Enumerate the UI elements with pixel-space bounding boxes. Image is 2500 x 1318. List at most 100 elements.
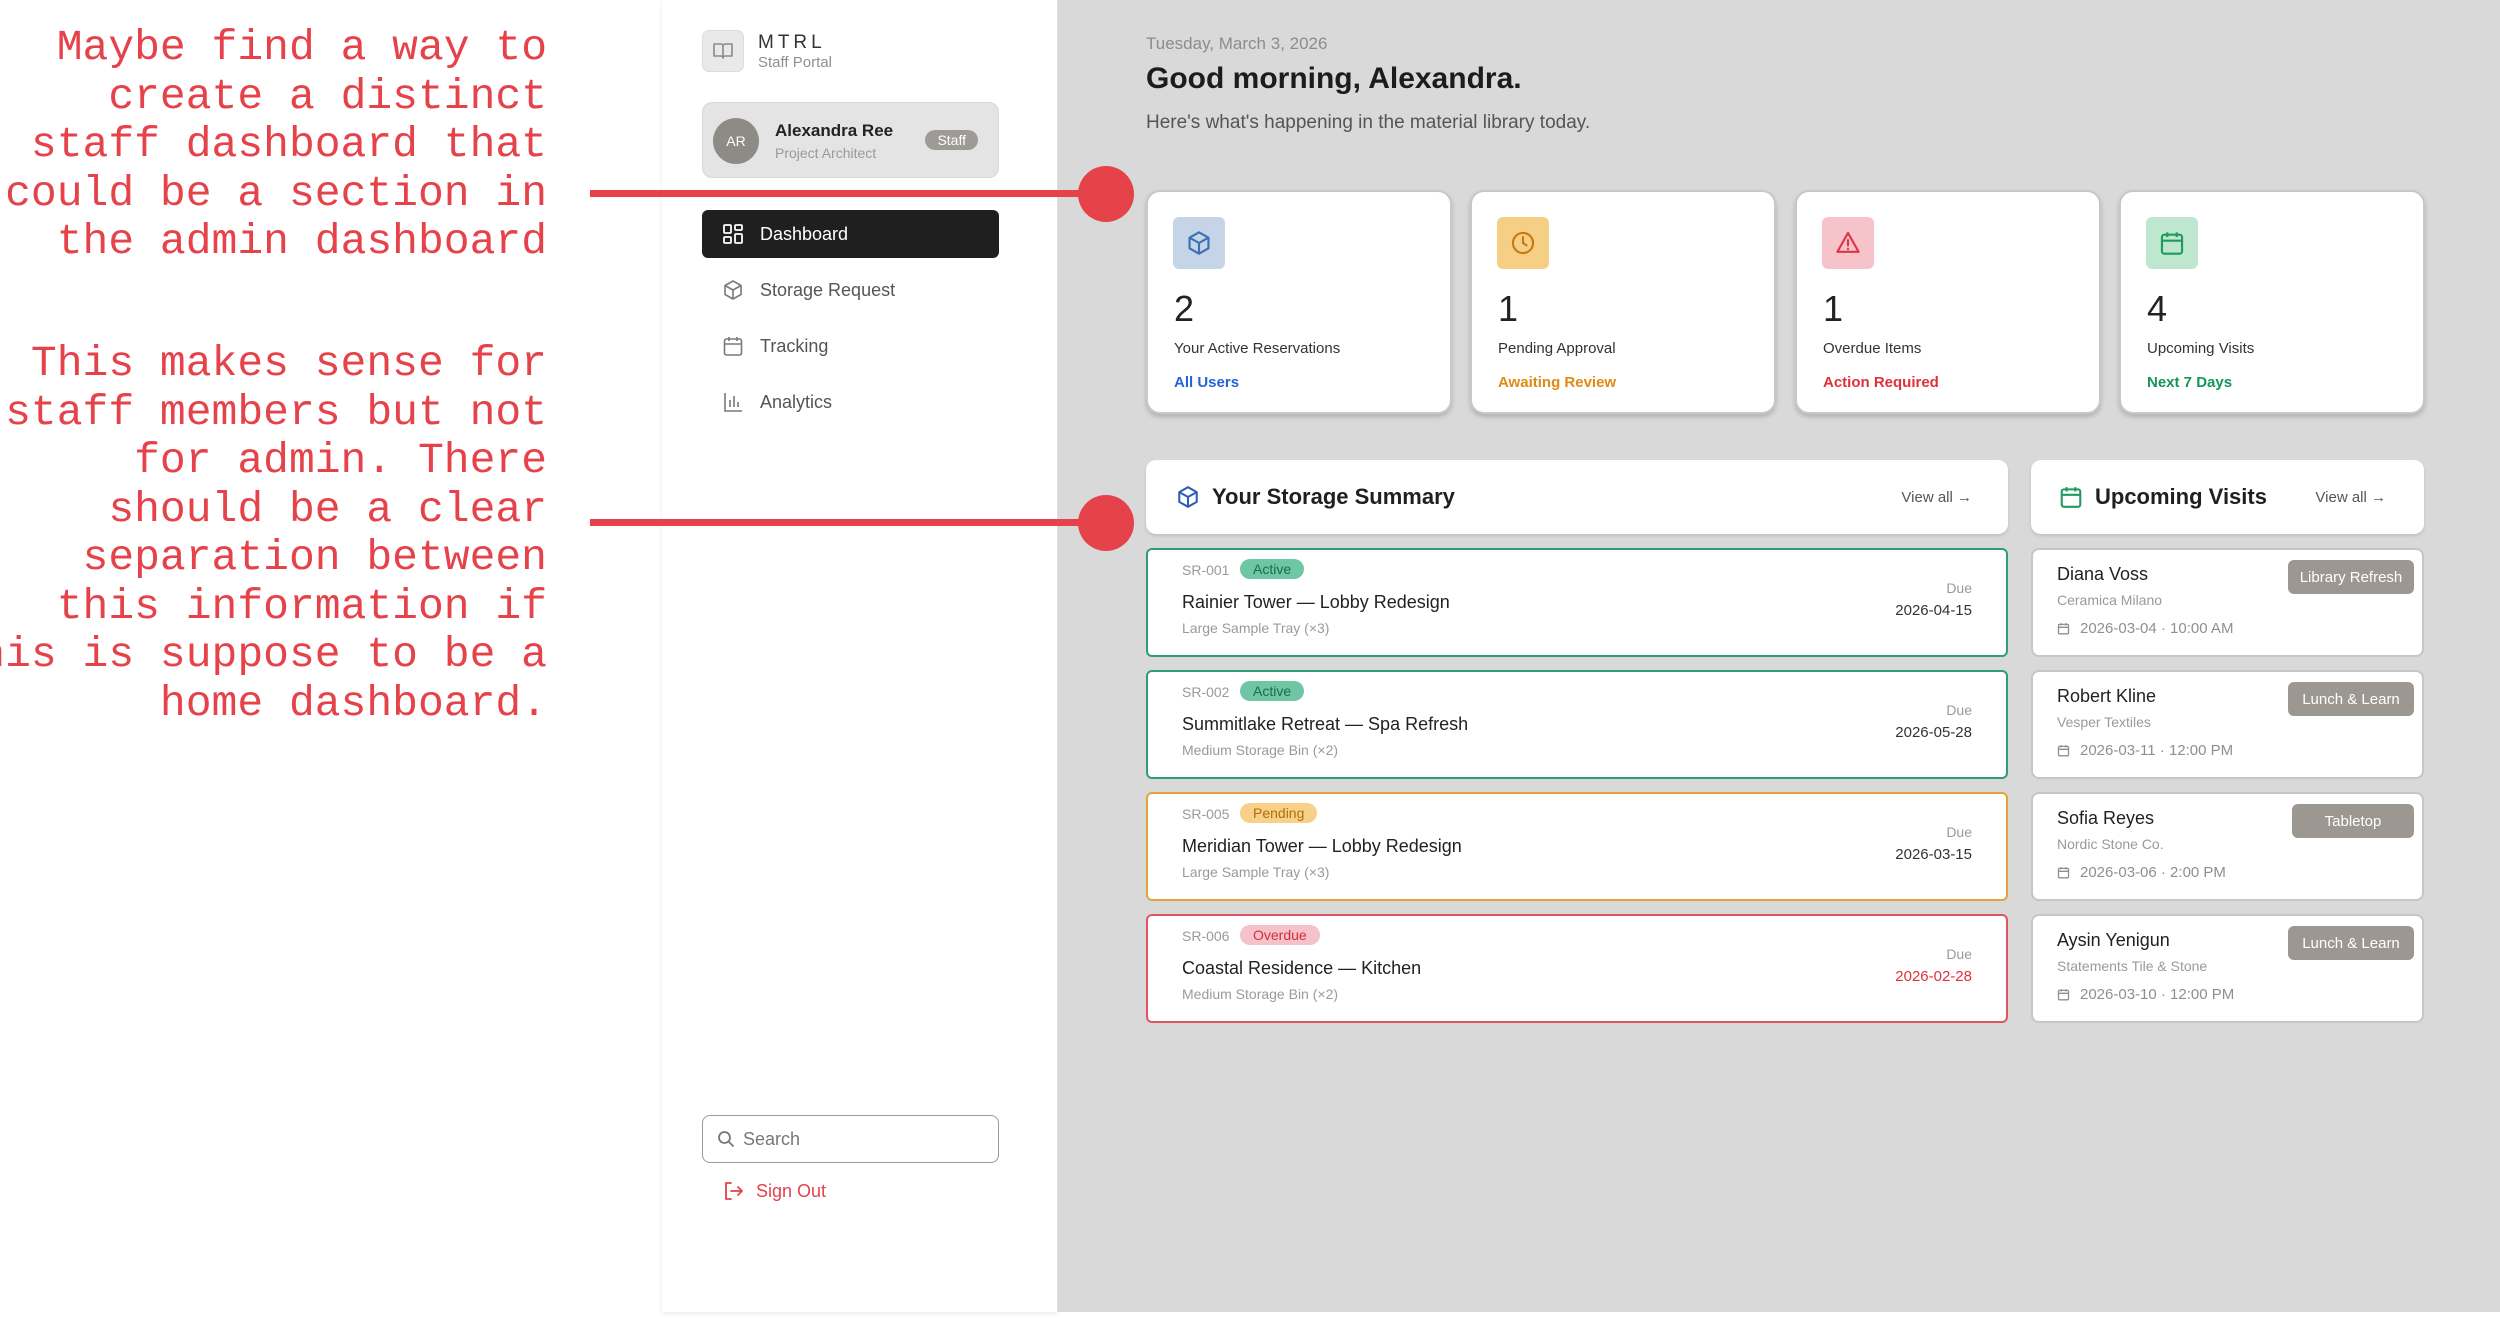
visit-datetime-text: 2026-03-04 · 10:00 AM — [2080, 620, 2234, 637]
user-card[interactable]: AR Alexandra Ree Project Architect Staff — [702, 102, 999, 178]
stat-card-active-reservations[interactable]: 2 Your Active Reservations All Users — [1146, 190, 1452, 414]
bar-chart-icon — [724, 393, 742, 412]
box-icon — [1173, 217, 1225, 269]
calendar-icon — [2057, 623, 2070, 635]
stat-label: Overdue Items — [1823, 340, 1922, 357]
sidebar-item-analytics[interactable]: Analytics — [702, 378, 999, 426]
visitor-company: Ceramica Milano — [2057, 592, 2163, 608]
stat-value: 1 — [1498, 288, 1519, 329]
annotation-connector-line — [590, 519, 1110, 526]
warning-icon — [1822, 217, 1874, 269]
calendar-icon — [723, 337, 743, 356]
annotation-line: This makes sense for — [30, 339, 547, 388]
upcoming-visits-header: Upcoming Visits View all → — [2031, 460, 2424, 534]
due-date: 2026-05-28 — [1895, 724, 1972, 741]
sign-out-icon — [725, 1182, 743, 1200]
annotation-line: create a distinct — [108, 71, 547, 121]
sidebar-item-label: Analytics — [760, 391, 833, 412]
sidebar-nav: Dashboard Storage Request Tracking Analy… — [702, 210, 999, 434]
stat-value: 1 — [1823, 288, 1844, 329]
visit-card[interactable]: Robert Kline Vesper Textiles 2026-03-11 … — [2031, 670, 2424, 779]
sign-out-label: Sign Out — [756, 1180, 827, 1201]
stat-label: Pending Approval — [1498, 340, 1616, 357]
calendar-icon — [2060, 487, 2082, 508]
due-date: 2026-03-15 — [1895, 846, 1972, 863]
calendar-icon — [2057, 867, 2070, 879]
stat-sub-label: Action Required — [1823, 374, 1939, 391]
visit-card[interactable]: Aysin Yenigun Statements Tile & Stone 20… — [2031, 914, 2424, 1023]
storage-summary-title: Your Storage Summary — [1212, 484, 1455, 509]
sidebar-item-tracking[interactable]: Tracking — [702, 322, 999, 370]
request-item: Medium Storage Bin (×2) — [1182, 986, 1339, 1002]
annotation-note-staff-dashboard: Maybe find a way to create a distinct st… — [5, 23, 547, 267]
page-title: Good morning, Alexandra. — [1146, 62, 1522, 95]
box-icon — [724, 280, 742, 300]
visits-view-all-link[interactable]: View all → — [2315, 489, 2386, 506]
annotation-line: separation between — [82, 533, 547, 582]
annotation-line: his is suppose to be a — [0, 630, 547, 679]
storage-view-all-link[interactable]: View all → — [1901, 489, 1972, 506]
annotation-line: home dashboard. — [159, 678, 547, 728]
request-title: Summitlake Retreat — Spa Refresh — [1182, 714, 1469, 734]
visit-datetime-text: 2026-03-10 · 12:00 PM — [2080, 986, 2235, 1003]
visit-type-tag: Lunch & Learn — [2288, 682, 2414, 716]
sidebar-item-dashboard[interactable]: Dashboard — [702, 210, 999, 258]
stat-value: 4 — [2147, 288, 2168, 329]
sign-out-button[interactable]: Sign Out — [722, 1180, 826, 1202]
annotation-line: the admin dashboard — [56, 217, 547, 266]
storage-request-card[interactable]: SR-005 Pending Meridian Tower — Lobby Re… — [1146, 792, 2008, 901]
request-title: Rainier Tower — Lobby Redesign — [1182, 592, 1450, 612]
visit-type-tag: Tabletop — [2292, 804, 2414, 838]
request-title: Coastal Residence — Kitchen — [1182, 958, 1422, 978]
visit-type-tag: Library Refresh — [2288, 560, 2414, 594]
main-content: Tuesday, March 3, 2026 Good morning, Ale… — [1058, 0, 2500, 1312]
current-date: Tuesday, March 3, 2026 — [1146, 34, 1328, 53]
stat-value: 2 — [1174, 288, 1195, 329]
visitor-name: Robert Kline — [2057, 686, 2157, 706]
storage-request-card[interactable]: SR-001 Active Rainier Tower — Lobby Rede… — [1146, 548, 2008, 657]
request-id: SR-006 — [1182, 928, 1230, 944]
visit-card[interactable]: Sofia Reyes Nordic Stone Co. 2026-03-06 … — [2031, 792, 2424, 901]
search-field[interactable] — [702, 1115, 999, 1163]
status-badge: Active — [1240, 681, 1305, 701]
upcoming-visits-title: Upcoming Visits — [2095, 484, 2267, 509]
annotation-line: staff members but not — [5, 387, 547, 437]
visit-datetime: 2026-03-10 · 12:00 PM — [2057, 986, 2234, 1003]
calendar-icon — [2057, 989, 2070, 1001]
due-label: Due — [1946, 824, 1972, 840]
visit-datetime-text: 2026-03-06 · 2:00 PM — [2080, 864, 2226, 881]
visit-card[interactable]: Diana Voss Ceramica Milano 2026-03-04 · … — [2031, 548, 2424, 657]
annotation-note-separation: This makes sense for staff members but n… — [0, 339, 547, 728]
sidebar-item-storage-request[interactable]: Storage Request — [702, 266, 999, 314]
storage-request-card[interactable]: SR-002 Active Summitlake Retreat — Spa R… — [1146, 670, 2008, 779]
annotation-line: Maybe find a way to — [56, 23, 547, 72]
storage-request-card[interactable]: SR-006 Overdue Coastal Residence — Kitch… — [1146, 914, 2008, 1023]
search-icon — [718, 1131, 735, 1148]
visitor-name: Sofia Reyes — [2057, 808, 2155, 828]
grid-icon — [723, 224, 743, 244]
stat-card-upcoming-visits[interactable]: 4 Upcoming Visits Next 7 Days — [2119, 190, 2425, 414]
annotation-line: for admin. There — [134, 436, 547, 485]
visit-datetime: 2026-03-11 · 12:00 PM — [2057, 742, 2233, 759]
visitor-name: Diana Voss — [2057, 564, 2149, 584]
app-name: MTRL — [758, 32, 826, 53]
due-label: Due — [1946, 580, 1972, 596]
stat-card-pending-approval[interactable]: 1 Pending Approval Awaiting Review — [1470, 190, 1776, 414]
status-badge: Active — [1240, 559, 1305, 579]
annotation-marker-dot — [1078, 495, 1134, 551]
visit-datetime-text: 2026-03-11 · 12:00 PM — [2080, 742, 2234, 759]
visit-datetime: 2026-03-06 · 2:00 PM — [2057, 864, 2226, 881]
search-input[interactable] — [743, 1128, 983, 1150]
stat-card-overdue-items[interactable]: 1 Overdue Items Action Required — [1795, 190, 2101, 414]
status-badge: Pending — [1240, 803, 1318, 823]
request-item: Large Sample Tray (×3) — [1182, 620, 1330, 636]
page-subtitle: Here's what's happening in the material … — [1146, 112, 1591, 133]
visitor-company: Vesper Textiles — [2057, 714, 2151, 730]
role-badge: Staff — [925, 130, 978, 150]
app-subtitle: Staff Portal — [758, 54, 832, 71]
user-role: Project Architect — [775, 145, 877, 161]
annotation-line: should be a clear — [108, 484, 547, 534]
annotation-line: staff dashboard that — [30, 120, 547, 169]
request-item: Large Sample Tray (×3) — [1182, 864, 1330, 880]
visitor-company: Nordic Stone Co. — [2057, 836, 2164, 852]
